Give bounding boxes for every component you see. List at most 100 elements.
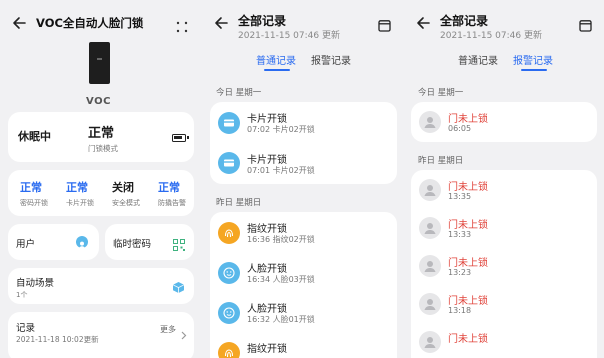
setting-value: 关闭 bbox=[112, 181, 134, 194]
update-time: 2021-11-15 07:46 更新 bbox=[238, 31, 340, 41]
tab-alarm-records[interactable]: 报警记录 bbox=[513, 52, 553, 67]
today-records-list: 卡片开锁 07:02 卡片02开锁 卡片开锁 07:01 卡片02开锁 bbox=[210, 102, 397, 184]
date-header-yesterday: 昨日 星期日 bbox=[216, 198, 262, 208]
settings-card: 正常 密码开锁 正常 卡片开锁 关闭 安全模式 正常 防撬告警 bbox=[8, 170, 194, 216]
setting-password-unlock[interactable]: 正常 密码开锁 bbox=[14, 178, 58, 210]
record-title: 卡片开锁 bbox=[247, 155, 287, 166]
users-label: 用户 bbox=[16, 239, 36, 250]
back-arrow-icon[interactable] bbox=[12, 16, 26, 30]
date-header-today: 今日 星期一 bbox=[418, 88, 464, 98]
records-more-link[interactable]: 更多 bbox=[160, 324, 176, 335]
list-item[interactable]: 门未上锁 06:05 bbox=[411, 102, 597, 142]
records-header: 全部记录 2021-11-15 07:46 更新 bbox=[404, 0, 604, 46]
record-title: 门未上锁 bbox=[448, 258, 488, 269]
record-detail: 07:02 卡片02开锁 bbox=[247, 125, 315, 134]
list-item[interactable]: 门未上锁 13:35 bbox=[411, 170, 597, 208]
records-tabs: 普通记录 报警记录 bbox=[202, 48, 403, 74]
battery-icon bbox=[172, 134, 189, 142]
setting-label: 卡片开锁 bbox=[66, 199, 94, 207]
records-card[interactable]: 记录 更多 2021-11-18 10:02更新 bbox=[8, 312, 194, 358]
page-title: 全部记录 bbox=[440, 14, 489, 28]
records-label: 记录 bbox=[16, 323, 36, 334]
calendar-icon[interactable] bbox=[579, 17, 592, 32]
lock-mode-value: 正常 bbox=[88, 126, 115, 141]
alarm-records-panel: 全部记录 2021-11-15 07:46 更新 普通记录 报警记录 今日 星期… bbox=[404, 0, 604, 358]
person-avatar-icon bbox=[419, 331, 441, 353]
qr-code-icon bbox=[173, 236, 185, 251]
user-icon bbox=[76, 236, 88, 249]
lock-mode-label: 门锁模式 bbox=[88, 144, 118, 153]
back-arrow-icon[interactable] bbox=[416, 16, 430, 30]
more-icon[interactable] bbox=[176, 18, 188, 33]
record-detail: 13:33 bbox=[448, 230, 472, 239]
scene-cube-icon bbox=[172, 279, 185, 293]
setting-value: 正常 bbox=[20, 181, 42, 194]
record-detail: 06:05 bbox=[448, 124, 472, 133]
date-header-yesterday: 昨日 星期日 bbox=[418, 156, 464, 166]
tab-normal-records[interactable]: 普通记录 bbox=[256, 52, 296, 67]
temp-password-card[interactable]: 临时密码 bbox=[105, 224, 194, 260]
normal-records-panel: 全部记录 2021-11-15 07:46 更新 普通记录 报警记录 今日 星期… bbox=[202, 0, 403, 358]
list-item[interactable]: 门未上锁 13:18 bbox=[411, 284, 597, 322]
record-detail: 13:18 bbox=[448, 306, 472, 315]
card-icon bbox=[218, 112, 240, 134]
record-title: 门未上锁 bbox=[448, 334, 488, 345]
fingerprint-icon bbox=[218, 222, 240, 244]
record-title: 指纹开锁 bbox=[247, 344, 287, 355]
record-title: 人脸开锁 bbox=[247, 264, 287, 275]
person-avatar-icon bbox=[419, 217, 441, 239]
record-title: 门未上锁 bbox=[448, 220, 488, 231]
face-icon bbox=[218, 262, 240, 284]
face-icon bbox=[218, 302, 240, 324]
calendar-icon[interactable] bbox=[378, 17, 391, 32]
tab-underline bbox=[264, 69, 290, 71]
users-card[interactable]: 用户 bbox=[8, 224, 99, 260]
list-item[interactable]: 人脸开锁 16:34 人脸03开锁 bbox=[210, 252, 397, 292]
list-item[interactable]: 门未上锁 13:23 bbox=[411, 246, 597, 284]
setting-tamper-alarm[interactable]: 正常 防撬告警 bbox=[152, 178, 196, 210]
list-item[interactable]: 指纹开锁 16:36 指纹02开锁 bbox=[210, 212, 397, 252]
record-detail: 13:35 bbox=[448, 192, 472, 201]
today-alarm-list: 门未上锁 06:05 bbox=[411, 102, 597, 142]
records-header: 全部记录 2021-11-15 07:46 更新 bbox=[202, 0, 403, 46]
record-title: 指纹开锁 bbox=[247, 224, 287, 235]
record-title: 门未上锁 bbox=[448, 114, 488, 125]
record-detail: 16:34 人脸03开锁 bbox=[247, 275, 315, 284]
person-avatar-icon bbox=[419, 179, 441, 201]
list-item[interactable]: 卡片开锁 07:01 卡片02开锁 bbox=[210, 143, 397, 184]
card-icon bbox=[218, 152, 240, 174]
fingerprint-icon bbox=[218, 342, 240, 358]
back-arrow-icon[interactable] bbox=[214, 16, 228, 30]
yesterday-records-list: 指纹开锁 16:36 指纹02开锁 人脸开锁 16:34 人脸03开锁 人脸开锁… bbox=[210, 212, 397, 358]
auto-scene-card[interactable]: 自动场景 1个 bbox=[8, 268, 194, 304]
record-title: 人脸开锁 bbox=[247, 304, 287, 315]
device-header: VOC全自动人脸门锁 bbox=[0, 0, 201, 46]
tab-underline bbox=[521, 69, 547, 71]
page-title: 全部记录 bbox=[238, 14, 287, 28]
lock-status-card[interactable]: 休眠中 正常 门锁模式 bbox=[8, 112, 194, 162]
person-avatar-icon bbox=[419, 293, 441, 315]
update-time: 2021-11-15 07:46 更新 bbox=[440, 31, 542, 41]
yesterday-alarm-list: 门未上锁 13:35 门未上锁 13:33 门未上锁 13:23 门未上锁 13… bbox=[411, 170, 597, 358]
page-title: VOC全自动人脸门锁 bbox=[36, 16, 144, 30]
person-avatar-icon bbox=[419, 255, 441, 277]
records-update-time: 2021-11-18 10:02更新 bbox=[16, 335, 99, 344]
list-item[interactable]: 门未上锁 bbox=[411, 322, 597, 358]
brand-logo: VOC bbox=[86, 96, 111, 107]
person-avatar-icon bbox=[419, 111, 441, 133]
device-image bbox=[89, 42, 110, 84]
tab-normal-records[interactable]: 普通记录 bbox=[458, 52, 498, 67]
auto-scene-label: 自动场景 bbox=[16, 278, 55, 289]
record-detail: 07:01 卡片02开锁 bbox=[247, 166, 315, 175]
tab-alarm-records[interactable]: 报警记录 bbox=[311, 52, 351, 67]
setting-card-unlock[interactable]: 正常 卡片开锁 bbox=[60, 178, 104, 210]
setting-safe-mode[interactable]: 关闭 安全模式 bbox=[106, 178, 150, 210]
list-item[interactable]: 卡片开锁 07:02 卡片02开锁 bbox=[210, 102, 397, 143]
list-item[interactable]: 门未上锁 13:33 bbox=[411, 208, 597, 246]
setting-value: 正常 bbox=[66, 181, 88, 194]
temp-password-label: 临时密码 bbox=[113, 239, 152, 250]
setting-value: 正常 bbox=[158, 181, 180, 194]
list-item[interactable]: 指纹开锁 bbox=[210, 332, 397, 358]
list-item[interactable]: 人脸开锁 16:32 人脸01开锁 bbox=[210, 292, 397, 332]
chevron-right-icon[interactable] bbox=[181, 325, 187, 340]
